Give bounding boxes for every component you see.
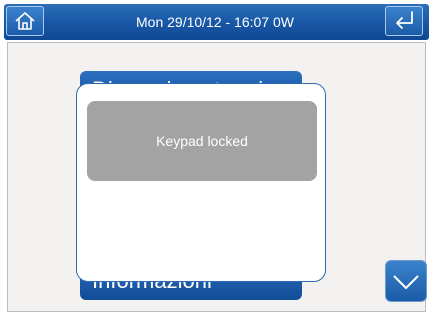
popup-message: Keypad locked	[87, 101, 317, 181]
home-icon	[7, 7, 43, 35]
return-arrow-icon	[386, 7, 422, 35]
screen: Mon 29/10/12 - 16:07 0W Dispersione term…	[0, 0, 433, 325]
keypad-locked-popup: Keypad locked	[76, 83, 326, 282]
back-button[interactable]	[385, 6, 423, 36]
home-button[interactable]	[6, 6, 44, 36]
scroll-down-button[interactable]	[385, 260, 427, 302]
page-title: Mon 29/10/12 - 16:07 0W	[136, 14, 294, 30]
chevron-down-icon	[386, 261, 426, 301]
